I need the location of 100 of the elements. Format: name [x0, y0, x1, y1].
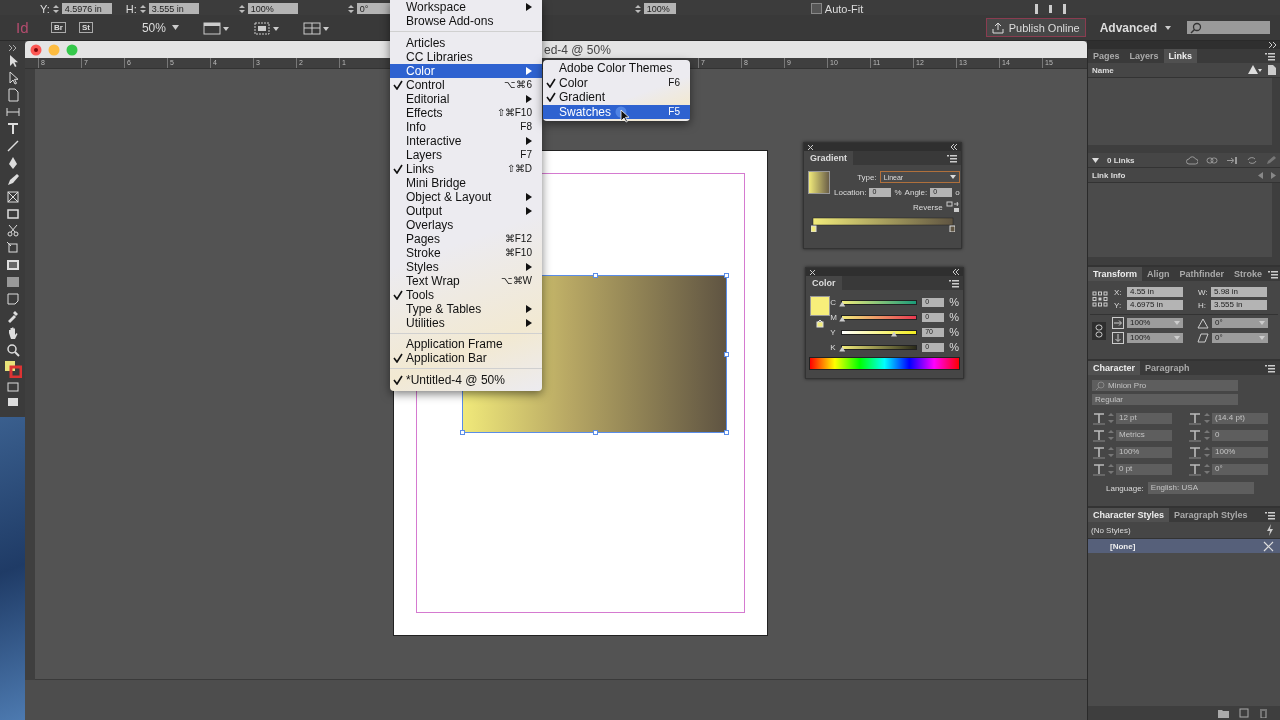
menu-item[interactable]: Interactive [390, 133, 542, 148]
refresh-icon[interactable] [1246, 155, 1258, 165]
selection-handle[interactable] [724, 273, 729, 278]
input-field[interactable]: 3.555 in [148, 3, 199, 14]
panel-tab[interactable]: Layers [1124, 49, 1164, 63]
panel-menu-icon[interactable] [1267, 268, 1280, 280]
collapse-icon[interactable] [1268, 42, 1277, 48]
panel-tab[interactable]: Paragraph Styles [1169, 508, 1253, 522]
scale-dropdown[interactable]: 100% [1127, 333, 1183, 343]
input-field[interactable]: 100% [247, 3, 298, 14]
panel-tab[interactable]: Character Styles [1088, 508, 1170, 522]
panel-menu-icon[interactable] [1264, 509, 1276, 521]
view-options-icon[interactable] [202, 20, 229, 35]
menu-item[interactable]: CC Libraries [390, 49, 542, 64]
slider-track[interactable] [841, 299, 918, 305]
menu-item[interactable]: Browse Add-ons [390, 14, 542, 28]
menu-item[interactable]: Output [390, 203, 542, 218]
triangle-icon[interactable] [1092, 157, 1099, 163]
fill-stroke-icon[interactable] [3, 360, 22, 378]
scale-dropdown[interactable]: 100% [1127, 318, 1183, 328]
menu-item[interactable]: Articles [390, 35, 542, 50]
reference-point-icon[interactable] [1092, 290, 1108, 307]
menu-item[interactable]: Gradient [543, 90, 690, 105]
slider-thumb[interactable] [839, 316, 846, 322]
panel-menu-icon[interactable] [1264, 50, 1276, 62]
panel-tab[interactable]: Align [1142, 267, 1175, 281]
close-icon[interactable] [30, 43, 42, 56]
collapse-icon[interactable] [950, 144, 958, 150]
note-icon[interactable] [5, 292, 20, 306]
reverse-icon[interactable] [945, 201, 960, 213]
panel-tab[interactable]: Transform [1088, 267, 1142, 281]
pencil-icon[interactable] [5, 173, 20, 187]
menu-item[interactable]: Info F8 [390, 119, 542, 134]
menu-item[interactable]: Layers F7 [390, 147, 542, 162]
panel-menu-icon[interactable] [946, 152, 958, 164]
next-icon[interactable] [1271, 171, 1276, 179]
screen-view-icon[interactable] [5, 396, 20, 408]
angle-dropdown[interactable]: 0° [1212, 333, 1268, 343]
gap-tool-icon[interactable] [5, 105, 20, 119]
collapse-icon[interactable] [952, 269, 960, 275]
input-field[interactable]: 3.555 in [1211, 300, 1267, 310]
slider-track[interactable] [841, 329, 918, 335]
panel-tab[interactable]: Pages [1088, 49, 1125, 63]
input-field[interactable]: 100% [643, 3, 676, 14]
menu-item[interactable]: Effects ⇧⌘F10 [390, 105, 542, 120]
input-field[interactable]: 4.55 in [1127, 287, 1183, 297]
menu-item[interactable]: Text Wrap ⌥⌘W [390, 273, 542, 288]
screen-mode-icon[interactable] [252, 20, 279, 35]
close-icon[interactable] [807, 143, 814, 151]
menu-item[interactable]: Type & Tables [390, 301, 542, 316]
rectangle-tool-icon[interactable] [5, 207, 20, 221]
menu-item[interactable]: Swatches F5 [543, 104, 690, 119]
frame-tool-icon[interactable] [5, 190, 20, 204]
warning-icon[interactable] [1248, 65, 1262, 75]
selection-handle[interactable] [593, 273, 598, 278]
selection-handle[interactable] [724, 352, 729, 357]
color-spectrum[interactable] [809, 357, 960, 370]
menu-item[interactable]: Application Frame [390, 337, 542, 351]
input-field[interactable]: 4.5976 in [61, 3, 112, 14]
search-field[interactable] [1187, 21, 1270, 34]
slider-thumb[interactable] [839, 346, 846, 352]
menu-item[interactable]: Styles [390, 259, 542, 274]
menu-item[interactable]: Color [390, 63, 542, 78]
slider-track[interactable] [841, 344, 918, 350]
trash-icon[interactable] [1259, 708, 1268, 718]
selection-handle[interactable] [724, 430, 729, 435]
previous-icon[interactable] [1258, 171, 1263, 179]
menu-item[interactable]: Pages ⌘F12 [390, 231, 542, 246]
page-tool-icon[interactable] [5, 88, 20, 102]
gradient-swatch-icon[interactable] [5, 258, 20, 272]
publish-online-button[interactable]: Publish Online [985, 18, 1086, 37]
menu-item[interactable]: Object & Layout [390, 189, 542, 204]
selection-handle[interactable] [460, 430, 465, 435]
menu-item[interactable]: Overlays [390, 217, 542, 232]
menu-item[interactable]: Adobe Color Themes [543, 61, 690, 76]
close-icon[interactable] [809, 268, 816, 276]
panel-tab[interactable]: Stroke [1229, 267, 1268, 281]
slider-thumb[interactable] [891, 331, 897, 337]
menu-item[interactable]: Control ⌥⌘6 [390, 77, 542, 92]
angle-dropdown[interactable]: 0° [1212, 318, 1268, 328]
slider-track[interactable] [841, 314, 918, 320]
stock-button[interactable]: St [78, 22, 93, 33]
gradient-ramp[interactable] [810, 216, 955, 232]
panel-tab[interactable]: Pathfinder [1174, 267, 1230, 281]
menu-item[interactable]: Application Bar [390, 351, 542, 365]
arrange-icon[interactable] [302, 20, 329, 35]
selection-handle[interactable] [593, 430, 598, 435]
lightning-icon[interactable] [1266, 524, 1274, 536]
menu-item[interactable]: Stroke ⌘F10 [390, 245, 542, 260]
menu-item[interactable]: Editorial [390, 91, 542, 106]
menu-item[interactable]: Utilities [390, 315, 542, 330]
input-field[interactable]: 5.98 in [1211, 287, 1267, 297]
zoom-icon[interactable] [5, 343, 20, 357]
checkbox[interactable] [810, 3, 822, 14]
go-to-link-icon[interactable] [1226, 155, 1238, 165]
bridge-button[interactable]: Br [51, 22, 66, 33]
workspace-switcher[interactable]: Advanced [1099, 20, 1171, 35]
scissors-icon[interactable] [5, 224, 20, 238]
constrain-icon[interactable] [1092, 321, 1106, 340]
free-transform-icon[interactable] [5, 241, 20, 255]
